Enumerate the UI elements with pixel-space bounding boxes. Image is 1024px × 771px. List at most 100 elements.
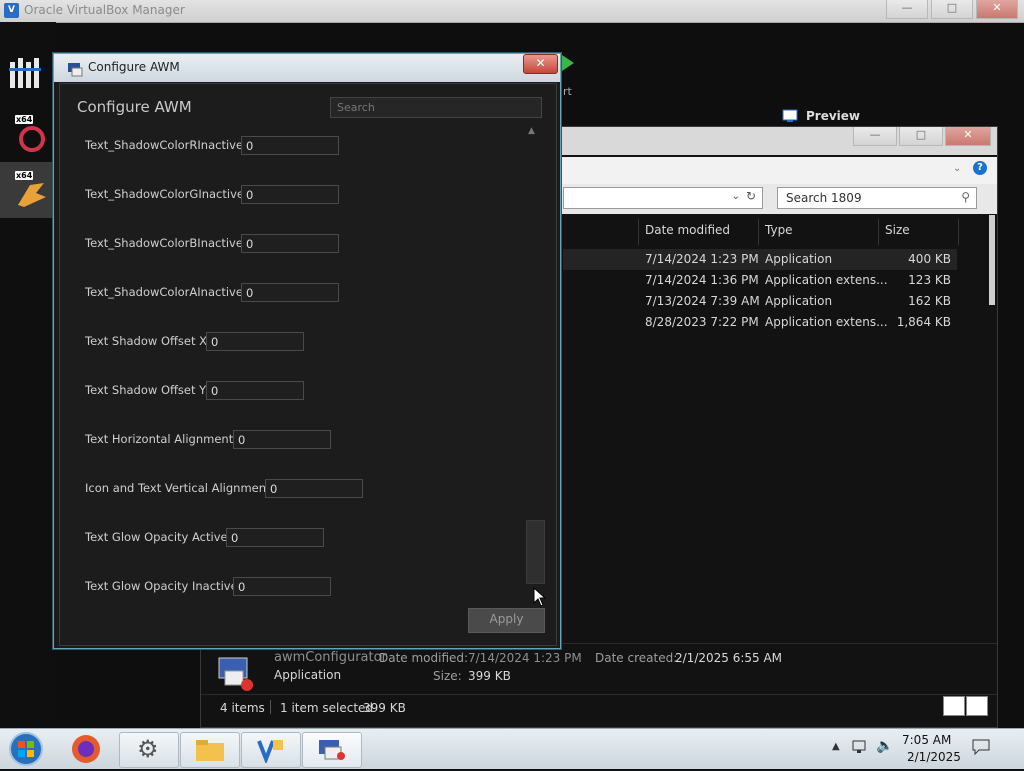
vbox-window-title: Oracle VirtualBox Manager: [24, 3, 185, 17]
close-button[interactable]: ✕: [976, 0, 1018, 19]
clock-time[interactable]: 7:05 AM: [902, 733, 951, 747]
help-icon[interactable]: ?: [973, 161, 987, 175]
start-orb-icon[interactable]: [6, 731, 46, 767]
setting-label: Text Glow Opacity Active: [85, 530, 228, 544]
column-separator: [958, 219, 959, 245]
network-icon[interactable]: [852, 739, 870, 755]
gear-icon: ⚙: [137, 735, 159, 763]
firefox-icon[interactable]: [68, 733, 104, 765]
column-separator: [758, 219, 759, 245]
minimize-button[interactable]: —: [886, 0, 928, 19]
search-placeholder: Search 1809: [786, 191, 862, 205]
virtualbox-icon: [257, 740, 283, 763]
file-size[interactable]: 162 KB: [891, 294, 951, 308]
setting-input[interactable]: [233, 577, 331, 596]
column-header-size[interactable]: Size: [885, 223, 910, 237]
x64-badge-icon: x64: [15, 115, 34, 124]
setting-input[interactable]: [226, 528, 324, 547]
start-icon[interactable]: [560, 53, 576, 73]
setting-label: Icon and Text Vertical Alignment: [85, 481, 271, 495]
preview-icon: [782, 108, 798, 122]
explorer-minimize-button[interactable]: —: [853, 127, 897, 146]
refresh-icon[interactable]: ↻: [746, 189, 756, 203]
taskbar: ⚙ ▲ 🔈 7:05 AM 2/1/2025: [0, 728, 1024, 769]
virtualbox-logo-icon: V: [4, 3, 19, 18]
status-item-count: 4 items: [220, 701, 265, 715]
file-explorer-taskbar-button[interactable]: [180, 732, 240, 768]
explorer-close-button[interactable]: ✕: [945, 127, 991, 146]
vbox-titlebar: V Oracle VirtualBox Manager — □ ✕: [0, 0, 1024, 23]
file-date[interactable]: 7/13/2024 7:39 AM: [645, 294, 760, 308]
mouse-cursor-icon: [533, 586, 547, 607]
x64-badge-icon: x64: [15, 171, 34, 180]
settings-taskbar-button[interactable]: ⚙: [119, 732, 179, 768]
column-separator: [878, 219, 879, 245]
details-file-name: awmConfigurator: [274, 650, 387, 665]
setting-input[interactable]: [206, 381, 304, 400]
setting-label: Text Horizontal Alignment: [85, 432, 234, 446]
scrollbar-thumb[interactable]: [526, 520, 545, 584]
apply-button[interactable]: Apply: [468, 608, 545, 633]
column-header-date-modified[interactable]: Date modified: [645, 223, 730, 237]
file-size[interactable]: 1,864 KB: [891, 315, 951, 329]
status-divider: [201, 694, 997, 695]
setting-input[interactable]: [265, 479, 363, 498]
file-date[interactable]: 8/28/2023 7:22 PM: [645, 315, 759, 329]
preview-label: Preview: [806, 109, 861, 123]
file-size[interactable]: 400 KB: [891, 252, 951, 266]
dialog-close-button[interactable]: ✕: [523, 54, 558, 74]
virtualbox-taskbar-button[interactable]: [241, 732, 301, 768]
app-icon: [68, 62, 84, 77]
application-file-icon: [217, 655, 259, 693]
awm-taskbar-button[interactable]: [302, 732, 362, 768]
notification-icon[interactable]: [972, 739, 990, 756]
explorer-search-input[interactable]: Search 1809 ⚲: [777, 187, 977, 209]
file-size[interactable]: 123 KB: [891, 273, 951, 287]
setting-input[interactable]: [241, 136, 339, 155]
status-separator: [270, 700, 271, 714]
file-type[interactable]: Application: [765, 294, 832, 308]
scroll-up-arrow-icon[interactable]: ▲: [528, 126, 535, 136]
clock-date[interactable]: 2/1/2025: [907, 750, 961, 764]
status-selected: 1 item selected: [280, 701, 374, 715]
dialog-titlebar: Configure AWM ✕: [54, 54, 560, 82]
details-view-icon[interactable]: [943, 696, 965, 716]
show-hidden-icons-icon[interactable]: ▲: [832, 741, 840, 752]
volume-icon[interactable]: 🔈: [876, 738, 893, 754]
configure-awm-dialog: Configure AWM ✕ Configure AWM Text_Shado…: [53, 53, 561, 649]
settings-search-input[interactable]: [330, 97, 542, 118]
setting-label: Text_ShadowColorRInactive: [85, 138, 244, 152]
explorer-maximize-button[interactable]: □: [899, 127, 943, 146]
details-size: 399 KB: [468, 669, 511, 683]
setting-label: Text_ShadowColorAInactive: [85, 285, 243, 299]
column-header-type[interactable]: Type: [765, 223, 793, 237]
chevron-down-icon[interactable]: ⌄: [732, 191, 740, 202]
file-type[interactable]: Application extens...: [765, 273, 888, 287]
setting-label: Text Glow Opacity Inactive: [85, 579, 238, 593]
scrollbar[interactable]: [989, 215, 995, 305]
dialog-title: Configure AWM: [88, 60, 180, 74]
setting-input[interactable]: [206, 332, 304, 351]
maximize-button[interactable]: □: [931, 0, 973, 19]
setting-input[interactable]: [241, 185, 339, 204]
setting-input[interactable]: [233, 430, 331, 449]
vm-debian-icon[interactable]: x64: [10, 115, 50, 155]
file-date[interactable]: 7/14/2024 1:23 PM: [645, 252, 759, 266]
details-file-type: Application: [274, 668, 342, 682]
file-type[interactable]: Application extens...: [765, 315, 888, 329]
setting-input[interactable]: [241, 283, 339, 302]
file-type[interactable]: Application: [765, 252, 832, 266]
details-date-created: 2/1/2025 6:55 AM: [675, 651, 783, 665]
settings-list: Text_ShadowColorRInactive Text_ShadowCol…: [60, 124, 546, 602]
tools-icon[interactable]: [8, 54, 50, 96]
address-field[interactable]: ⌄ ↻: [563, 187, 763, 209]
chevron-down-icon[interactable]: ⌄: [953, 163, 961, 174]
status-selected-size: 399 KB: [363, 701, 406, 715]
vbox-machine-sidebar: x64 x64: [0, 22, 56, 722]
folder-icon: [196, 740, 224, 761]
setting-input[interactable]: [241, 234, 339, 253]
large-icons-view-icon[interactable]: [966, 696, 988, 716]
vm-custom-icon[interactable]: x64: [10, 171, 50, 211]
search-icon: ⚲: [961, 190, 970, 204]
file-date[interactable]: 7/14/2024 1:36 PM: [645, 273, 759, 287]
